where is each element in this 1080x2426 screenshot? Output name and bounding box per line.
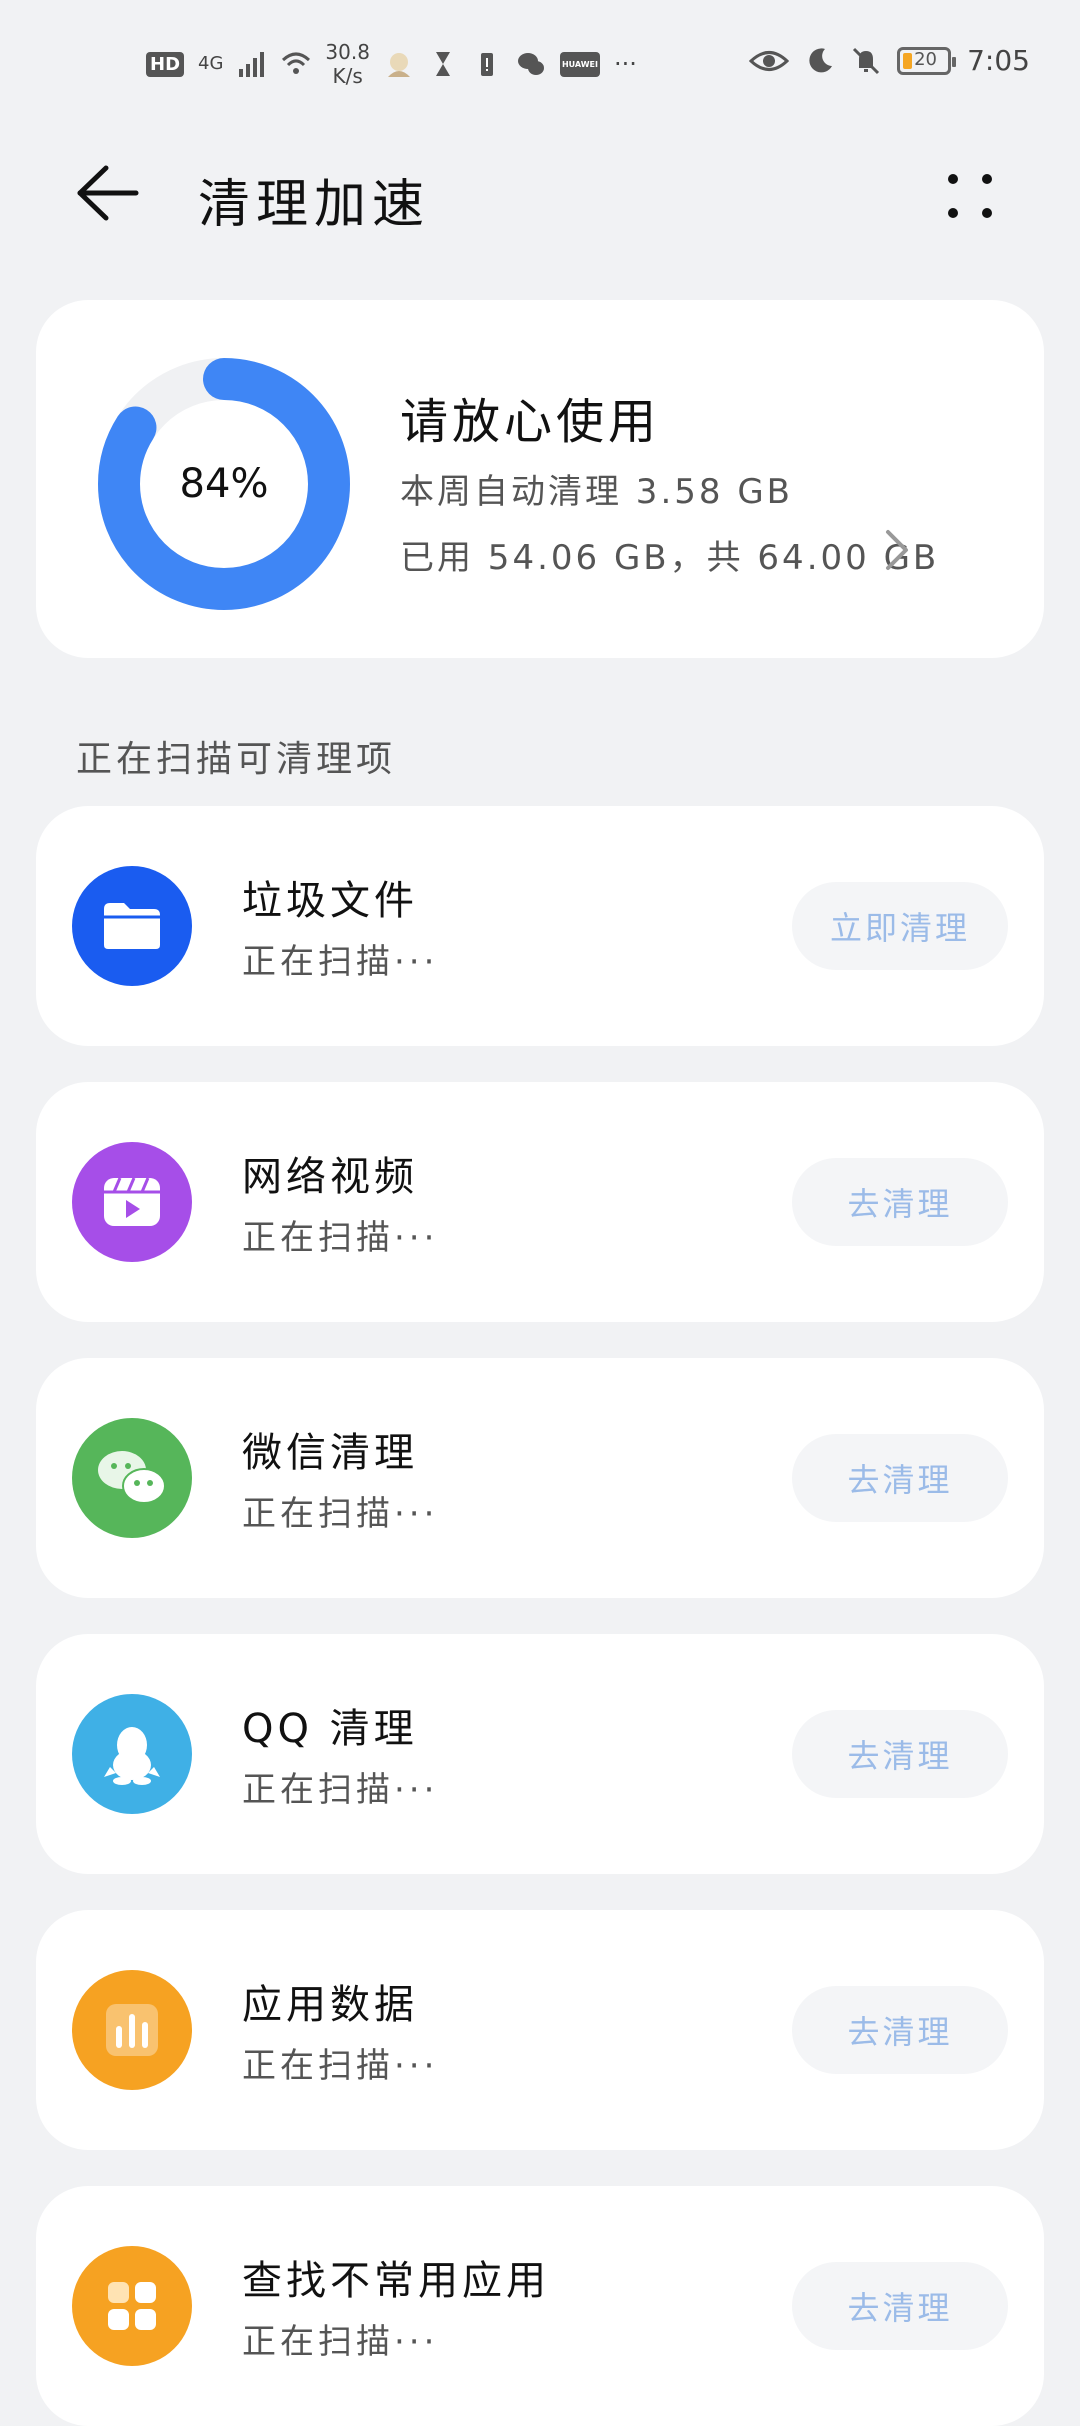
app-bar: 清理加速 (0, 150, 1080, 235)
wechat-status-icon (517, 53, 544, 75)
video-icon (72, 1142, 192, 1262)
item-status: 正在扫描··· (242, 2046, 439, 2086)
item-status: 正在扫描··· (242, 942, 439, 982)
section-title: 正在扫描可清理项 (76, 739, 397, 780)
list-item-qq-clean[interactable]: QQ 清理 正在扫描··· 去清理 (36, 1634, 1044, 1874)
storage-percent: 84% (179, 461, 269, 507)
more-dot (982, 208, 992, 218)
battery-level: 20 (914, 48, 938, 70)
battery-indicator: 20 (897, 46, 957, 75)
hd-badge: HD (146, 51, 185, 77)
page-title: 清理加速 (198, 175, 431, 235)
list-item-online-video[interactable]: 网络视频 正在扫描··· 去清理 (36, 1082, 1044, 1322)
wifi-icon (282, 52, 311, 74)
eye-icon (749, 50, 790, 71)
qq-icon (72, 1694, 192, 1814)
speed-unit: K/s (332, 64, 363, 88)
battery-fill (903, 52, 913, 69)
list-item-junk-files[interactable]: 垃圾文件 正在扫描··· 立即清理 (36, 806, 1044, 1046)
item-title: 应用数据 (242, 1982, 418, 2028)
item-status: 正在扫描··· (242, 2322, 439, 2362)
battery-alert-icon (480, 53, 493, 76)
item-status: 正在扫描··· (242, 1494, 439, 1534)
speed-value: 30.8 (325, 40, 370, 64)
more-dot (948, 174, 958, 184)
bar-chart-icon (72, 1970, 192, 2090)
item-status: 正在扫描··· (242, 1218, 439, 1258)
go-clean-button[interactable]: 去清理 (792, 1710, 1008, 1798)
more-dot (948, 208, 958, 218)
go-clean-button[interactable]: 去清理 (792, 1434, 1008, 1522)
mute-bell-icon (853, 47, 880, 74)
more-options-icon[interactable] (940, 164, 1000, 224)
wechat-icon (72, 1418, 192, 1538)
list-item-unused-apps[interactable]: 查找不常用应用 正在扫描··· 去清理 (36, 2186, 1044, 2426)
list-item-app-data[interactable]: 应用数据 正在扫描··· 去清理 (36, 1910, 1044, 2150)
more-dot (982, 174, 992, 184)
hourglass-icon (435, 52, 450, 76)
status-bar: HD 4G 30.8 K/s HUAWEI ··· 20 7:05 (0, 0, 1080, 130)
item-title: 网络视频 (242, 1154, 418, 1200)
network-speed: 30.8 K/s (325, 40, 370, 88)
signal-icon (239, 52, 265, 77)
storage-card[interactable]: 84% 请放心使用 本周自动清理 3.58 GB 已用 54.06 GB，共 6… (36, 300, 1044, 658)
storage-status-title: 请放心使用 (400, 394, 661, 450)
item-title: 微信清理 (242, 1430, 418, 1476)
clock: 7:05 (967, 44, 1030, 77)
go-clean-button[interactable]: 去清理 (792, 1158, 1008, 1246)
status-right: 20 7:05 (749, 44, 1030, 77)
clean-now-button[interactable]: 立即清理 (792, 882, 1008, 970)
folder-icon (72, 866, 192, 986)
moon-icon (809, 47, 833, 72)
huawei-badge: HUAWEI (559, 51, 600, 77)
more-notifications: ··· (614, 50, 637, 78)
status-left: HD 4G 30.8 K/s HUAWEI ··· (146, 40, 637, 88)
item-title: 垃圾文件 (242, 878, 418, 924)
avatar-icon (387, 53, 410, 77)
apps-grid-icon (72, 2246, 192, 2366)
go-clean-button[interactable]: 去清理 (792, 2262, 1008, 2350)
item-title: 查找不常用应用 (242, 2258, 550, 2304)
storage-usage-text: 已用 54.06 GB，共 64.00 GB (400, 538, 940, 578)
item-title: QQ 清理 (242, 1706, 418, 1752)
chevron-right-icon (886, 530, 908, 570)
item-status: 正在扫描··· (242, 1770, 439, 1810)
network-type: 4G (198, 53, 224, 74)
auto-clean-text: 本周自动清理 3.58 GB (400, 472, 793, 512)
list-item-wechat-clean[interactable]: 微信清理 正在扫描··· 去清理 (36, 1358, 1044, 1598)
go-clean-button[interactable]: 去清理 (792, 1986, 1008, 2074)
back-arrow-icon[interactable] (70, 158, 140, 228)
